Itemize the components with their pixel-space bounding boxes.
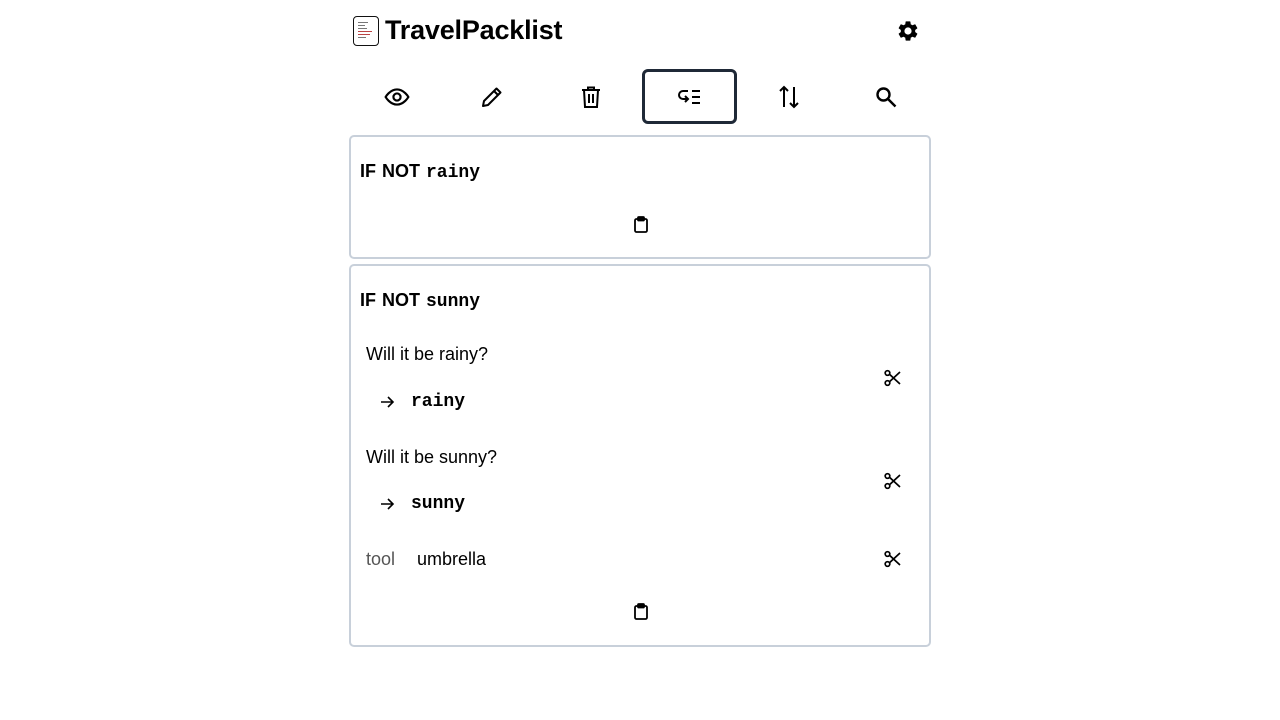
paste-button[interactable] (631, 215, 651, 235)
item-category: tool (366, 549, 396, 569)
eye-icon (383, 87, 410, 106)
trash-icon (581, 86, 600, 108)
sort-mode-button[interactable] (741, 69, 836, 124)
condition-header: IF NOT rainy (360, 161, 480, 183)
scissors-icon (884, 369, 901, 387)
delete-mode-button[interactable] (543, 69, 638, 124)
cut-button[interactable] (882, 367, 904, 389)
condition-variable: rainy (426, 163, 481, 183)
condition-header: IF NOT sunny (360, 290, 480, 312)
question-target: rainy (411, 392, 466, 412)
paste-button[interactable] (631, 602, 651, 622)
edit-mode-button[interactable] (444, 69, 539, 124)
app-root: TravelPacklist IF NOT rainy IF NOT sunny… (349, 0, 931, 647)
item-name: umbrella (417, 549, 487, 569)
header: TravelPacklist (349, 0, 931, 64)
toolbar (349, 69, 931, 124)
condition-card: IF NOT sunny Will it be rainy? rainy Will … (349, 264, 931, 647)
cut-button[interactable] (882, 548, 904, 570)
scissors-icon (884, 472, 901, 490)
scissors-icon (884, 550, 901, 568)
arrow-right-icon (381, 498, 395, 510)
clipboard-icon (634, 603, 648, 620)
search-icon (875, 86, 896, 107)
question-target: sunny (411, 494, 466, 514)
cut-button[interactable] (882, 470, 904, 492)
pencil-icon (481, 87, 501, 107)
view-mode-button[interactable] (349, 69, 444, 124)
not-keyword: NOT (382, 161, 420, 181)
conditions-mode-button[interactable] (642, 69, 737, 124)
question-target-row: sunny (379, 494, 465, 514)
not-keyword: NOT (382, 290, 420, 310)
swap-vertical-icon (778, 85, 799, 108)
question-text: Will it be rainy? (366, 344, 489, 364)
arrow-right-icon (381, 396, 395, 408)
clipboard-icon (634, 216, 648, 233)
condition-card: IF NOT rainy (349, 135, 931, 259)
packlist-logo-icon (353, 16, 379, 46)
search-mode-button[interactable] (838, 69, 933, 124)
settings-button[interactable] (895, 18, 921, 44)
condition-variable: sunny (426, 292, 481, 312)
question-text: Will it be sunny? (366, 447, 498, 467)
if-keyword: IF (360, 161, 376, 181)
gear-icon (898, 21, 918, 41)
if-keyword: IF (360, 290, 376, 310)
packlist-item: tool umbrella (366, 549, 486, 570)
app-title: TravelPacklist (385, 15, 563, 45)
question-target-row: rainy (379, 392, 465, 412)
conditional-list-icon (677, 89, 700, 104)
